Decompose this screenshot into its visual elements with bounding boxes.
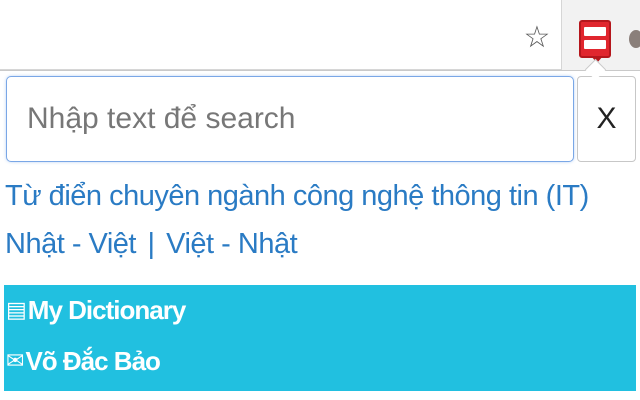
list-icon: ▤ xyxy=(6,297,27,323)
author-label: Võ Đắc Bảo xyxy=(25,346,160,376)
search-input[interactable] xyxy=(6,76,574,162)
extension-glyph-top xyxy=(584,27,606,36)
clear-button[interactable]: X xyxy=(577,76,636,162)
dictionary-popup: X Từ điển chuyên ngành công nghệ thông t… xyxy=(0,70,640,400)
language-pair-row: Nhật - Việt | Việt - Nhật xyxy=(5,228,298,261)
dictionary-extension-icon[interactable] xyxy=(579,20,611,63)
profile-icon[interactable] xyxy=(629,30,640,48)
footer-panel: ▤ My Dictionary ✉ Võ Đắc Bảo xyxy=(4,285,636,391)
ja-vi-link[interactable]: Nhật - Việt xyxy=(5,228,136,260)
star-icon[interactable]: ☆ xyxy=(521,22,553,54)
it-dictionary-link[interactable]: Từ điển chuyên ngành công nghệ thông tin… xyxy=(5,180,589,213)
envelope-icon: ✉ xyxy=(6,348,24,374)
link-separator: | xyxy=(147,228,156,260)
vi-ja-link[interactable]: Việt - Nhật xyxy=(166,228,297,260)
address-bar[interactable] xyxy=(0,0,562,70)
extension-glyph-bottom xyxy=(584,40,606,49)
browser-toolbar: ☆ xyxy=(0,0,640,70)
my-dictionary-label: My Dictionary xyxy=(27,295,186,325)
my-dictionary-link[interactable]: ▤ My Dictionary xyxy=(6,295,186,326)
author-contact-link[interactable]: ✉ Võ Đắc Bảo xyxy=(6,346,161,377)
